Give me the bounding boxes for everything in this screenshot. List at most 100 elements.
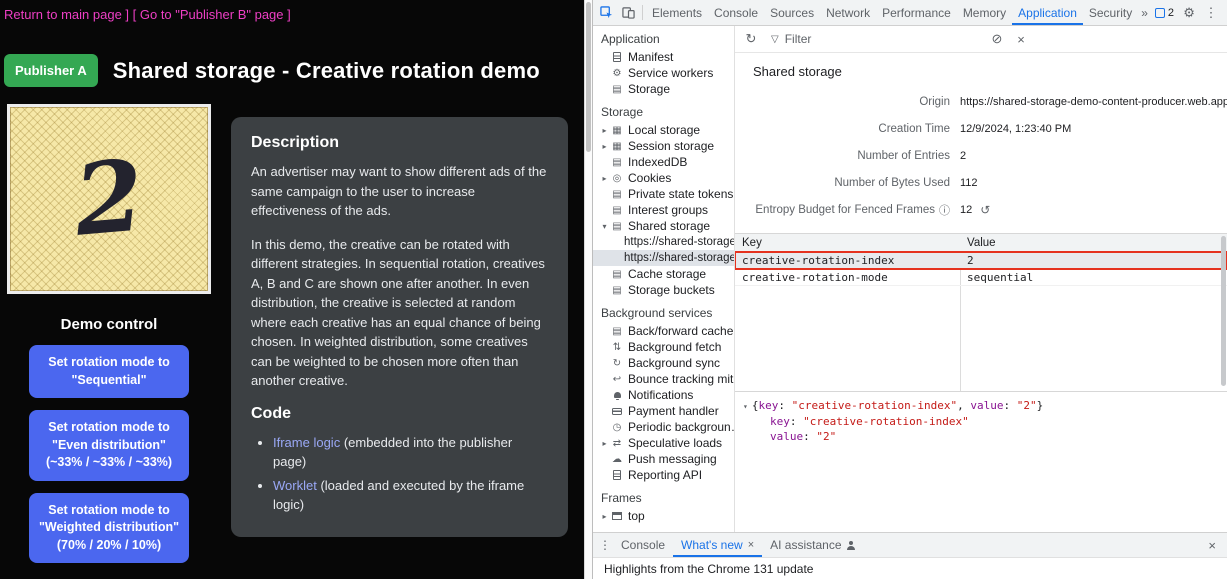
tab-network[interactable]: Network xyxy=(820,0,876,25)
sidebar-item-label: Cookies xyxy=(628,171,671,185)
page-scrollbar[interactable] xyxy=(584,0,592,579)
drawer-menu-icon[interactable]: ⋮ xyxy=(597,538,613,552)
database-icon: ▤ xyxy=(610,189,624,200)
creative-digit: 2 xyxy=(71,147,147,251)
sidebar-item-background-fetch[interactable]: ⇅Background fetch xyxy=(593,339,734,355)
set-even-distribution-button[interactable]: Set rotation mode to "Even distribution"… xyxy=(29,410,189,481)
chevron-right-icon[interactable]: ▸ xyxy=(599,512,610,521)
tab-console[interactable]: Console xyxy=(708,0,764,25)
filter-input[interactable]: ▽ Filter xyxy=(765,32,983,46)
sidebar-item-storage[interactable]: ▤Storage xyxy=(593,81,734,97)
panel-title: Shared storage xyxy=(735,53,1227,88)
set-sequential-button[interactable]: Set rotation mode to "Sequential" xyxy=(29,345,189,398)
triangle-down-icon[interactable]: ▾ xyxy=(743,402,748,411)
column-header-key[interactable]: Key xyxy=(735,237,960,249)
drawer-tab-console[interactable]: Console xyxy=(613,533,673,557)
sidebar-item-cookies[interactable]: ▸◎Cookies xyxy=(593,170,734,186)
table-row-creative-rotation-index[interactable]: creative-rotation-index 2 xyxy=(735,252,1227,269)
inspect-icon[interactable] xyxy=(595,0,617,25)
sidebar-item-local-storage[interactable]: ▸▦Local storage xyxy=(593,122,734,138)
tab-sources[interactable]: Sources xyxy=(764,0,820,25)
column-header-value[interactable]: Value xyxy=(960,237,1227,249)
close-drawer-icon[interactable]: × xyxy=(1201,538,1223,553)
code-links-list: Iframe logic (embedded into the publishe… xyxy=(273,433,548,515)
tab-security[interactable]: Security xyxy=(1083,0,1138,25)
delete-selected-button[interactable]: × xyxy=(1011,32,1031,47)
sidebar-item-private-state-tokens[interactable]: ▤Private state tokens xyxy=(593,186,734,202)
drawer-tabbar: ⋮ Console What's new× AI assistance × xyxy=(593,532,1227,557)
frame-icon xyxy=(610,512,624,520)
sidebar-item-shared-storage-origin-1[interactable]: https://shared-storage… xyxy=(593,234,734,250)
sidebar-item-shared-storage[interactable]: ▾▤Shared storage xyxy=(593,218,734,234)
sidebar-item-label: https://shared-storage… xyxy=(624,252,734,264)
sidebar-item-periodic-background-sync[interactable]: ◷Periodic backgroun… xyxy=(593,419,734,435)
sidebar-item-top-frame[interactable]: ▸ top xyxy=(593,508,734,524)
sidebar-item-label: IndexedDB xyxy=(628,155,687,169)
close-devtools-icon[interactable]: × xyxy=(1222,0,1227,25)
entry-preview-pane: ▾{key: "creative-rotation-index", value:… xyxy=(735,391,1227,532)
meta-label: Number of Entries xyxy=(735,150,960,162)
sidebar-item-reporting-api[interactable]: Reporting API xyxy=(593,467,734,483)
sidebar-item-notifications[interactable]: Notifications xyxy=(593,387,734,403)
reset-budget-icon[interactable]: ↺ xyxy=(980,203,990,217)
issues-badge[interactable]: 2 xyxy=(1151,7,1178,19)
sidebar-item-label: Manifest xyxy=(628,50,673,64)
sidebar-item-service-workers[interactable]: ⚙ Service workers xyxy=(593,65,734,81)
refresh-button[interactable]: ↻ xyxy=(741,31,761,47)
worklet-link[interactable]: Worklet xyxy=(273,478,317,493)
sidebar-item-label: Local storage xyxy=(628,123,700,137)
sidebar-item-shared-storage-origin-2[interactable]: https://shared-storage… xyxy=(593,250,734,266)
sidebar-item-session-storage[interactable]: ▸▦Session storage xyxy=(593,138,734,154)
whats-new-highlight-link[interactable]: Highlights from the Chrome 131 update xyxy=(604,562,813,576)
sidebar-item-back-forward-cache[interactable]: ▤Back/forward cache xyxy=(593,323,734,339)
sidebar-item-payment-handler[interactable]: Payment handler xyxy=(593,403,734,419)
devtools-menu-icon[interactable]: ⋮ xyxy=(1200,0,1222,25)
sidebar-item-indexeddb[interactable]: ▤IndexedDB xyxy=(593,154,734,170)
drawer-tab-ai-assistance[interactable]: AI assistance xyxy=(762,533,863,557)
meta-label: Number of Bytes Used xyxy=(735,177,960,189)
chevron-right-icon[interactable]: ▸ xyxy=(599,142,610,151)
more-tabs-icon[interactable]: » xyxy=(1138,6,1151,20)
preview-summary-line[interactable]: ▾{key: "creative-rotation-index", value:… xyxy=(743,398,1219,414)
info-icon[interactable]: ⓘ xyxy=(939,202,950,218)
iframe-logic-link[interactable]: Iframe logic xyxy=(273,435,340,450)
tab-performance[interactable]: Performance xyxy=(876,0,957,25)
sidebar-item-push-messaging[interactable]: ☁Push messaging xyxy=(593,451,734,467)
chevron-right-icon[interactable]: ▸ xyxy=(599,126,610,135)
chevron-right-icon[interactable]: ▸ xyxy=(599,174,610,183)
ai-assistance-icon xyxy=(847,541,856,550)
sidebar-item-manifest[interactable]: Manifest xyxy=(593,49,734,65)
sidebar-item-cache-storage[interactable]: ▤Cache storage xyxy=(593,266,734,282)
sidebar-item-label: Periodic backgroun… xyxy=(628,420,734,434)
page-title: Shared storage - Creative rotation demo xyxy=(113,58,540,84)
chevron-down-icon[interactable]: ▾ xyxy=(599,222,610,231)
chevron-right-icon[interactable]: ▸ xyxy=(599,439,610,448)
device-toolbar-icon[interactable] xyxy=(617,0,639,25)
tab-application[interactable]: Application xyxy=(1012,0,1083,25)
sidebar-item-label: Interest groups xyxy=(628,203,708,217)
table-scrollbar-thumb[interactable] xyxy=(1221,236,1226,386)
preview-property-key: key: "creative-rotation-index" xyxy=(743,414,1219,429)
publisher-badge: Publisher A xyxy=(4,54,98,87)
delete-all-button[interactable]: ⊘ xyxy=(987,31,1007,47)
close-tab-icon[interactable]: × xyxy=(748,539,754,551)
sidebar-item-speculative-loads[interactable]: ▸⇄Speculative loads xyxy=(593,435,734,451)
sidebar-item-label: Service workers xyxy=(628,66,713,80)
scrollbar-thumb[interactable] xyxy=(586,2,591,152)
sidebar-item-bounce-tracking[interactable]: ↩Bounce tracking miti… xyxy=(593,371,734,387)
publisher-b-link[interactable]: Go to "Publisher B" page xyxy=(140,7,284,22)
description-panel: Description An advertiser may want to sh… xyxy=(231,117,568,537)
set-weighted-distribution-button[interactable]: Set rotation mode to "Weighted distribut… xyxy=(29,493,189,564)
return-main-page-link[interactable]: Return to main page xyxy=(4,7,122,22)
tab-memory[interactable]: Memory xyxy=(957,0,1012,25)
sidebar-item-background-sync[interactable]: ↻Background sync xyxy=(593,355,734,371)
sidebar-item-storage-buckets[interactable]: ▤Storage buckets xyxy=(593,282,734,298)
settings-gear-icon[interactable]: ⚙ xyxy=(1178,0,1200,25)
sidebar-item-label: top xyxy=(628,509,645,523)
sidebar-item-interest-groups[interactable]: ▤Interest groups xyxy=(593,202,734,218)
drawer-tab-whats-new[interactable]: What's new× xyxy=(673,533,762,557)
table-row-creative-rotation-mode[interactable]: creative-rotation-mode sequential xyxy=(735,269,1227,286)
service-worker-icon: ⚙ xyxy=(610,68,624,79)
tab-elements[interactable]: Elements xyxy=(646,0,708,25)
sidebar-item-label: https://shared-storage… xyxy=(624,236,734,248)
